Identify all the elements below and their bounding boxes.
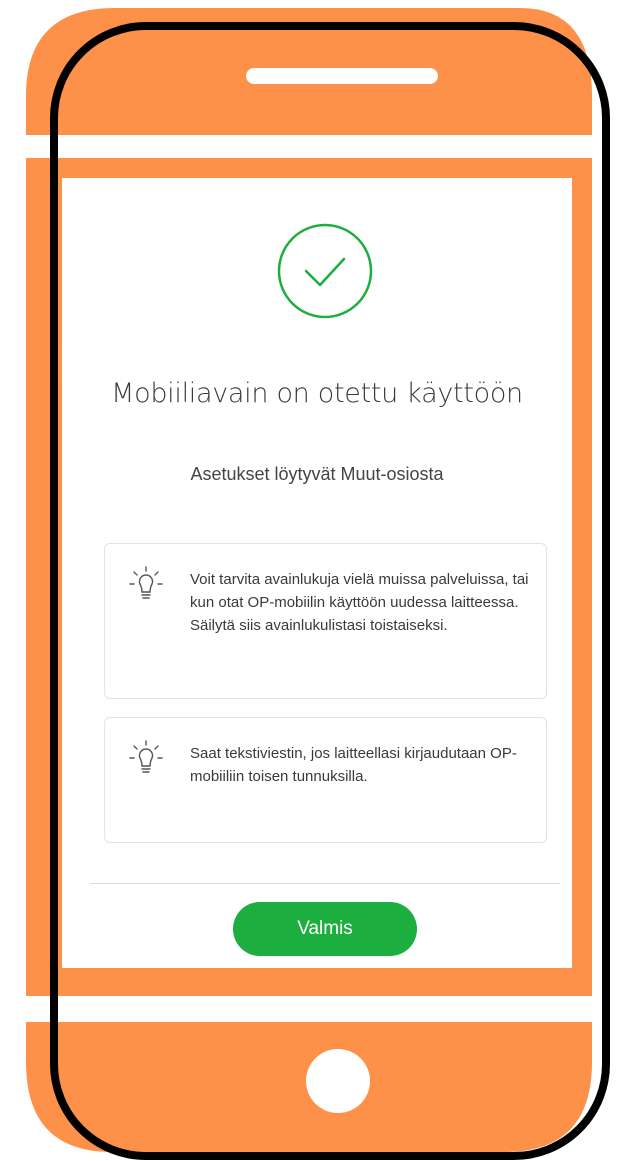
done-button[interactable]: Valmis [233, 902, 417, 956]
app-screen: Mobiiliavain on otettu käyttöön Asetukse… [62, 178, 572, 968]
lightbulb-icon [129, 566, 163, 599]
tip-text: Saat tekstiviestin, jos laitteellasi kir… [190, 745, 517, 785]
lightbulb-icon [129, 740, 163, 773]
home-button [306, 1049, 370, 1113]
check-circle-icon [277, 223, 373, 319]
tip-text: Voit tarvita avainlukuja vielä muissa pa… [190, 571, 529, 634]
success-title: Mobiiliavain on otettu käyttöön [111, 378, 523, 409]
tip-card: Voit tarvita avainlukuja vielä muissa pa… [104, 543, 547, 699]
divider [90, 883, 560, 884]
speaker-slot [246, 68, 438, 84]
success-subtitle: Asetukset löytyvät Muut-osiosta [190, 464, 444, 484]
tip-card: Saat tekstiviestin, jos laitteellasi kir… [104, 717, 547, 843]
